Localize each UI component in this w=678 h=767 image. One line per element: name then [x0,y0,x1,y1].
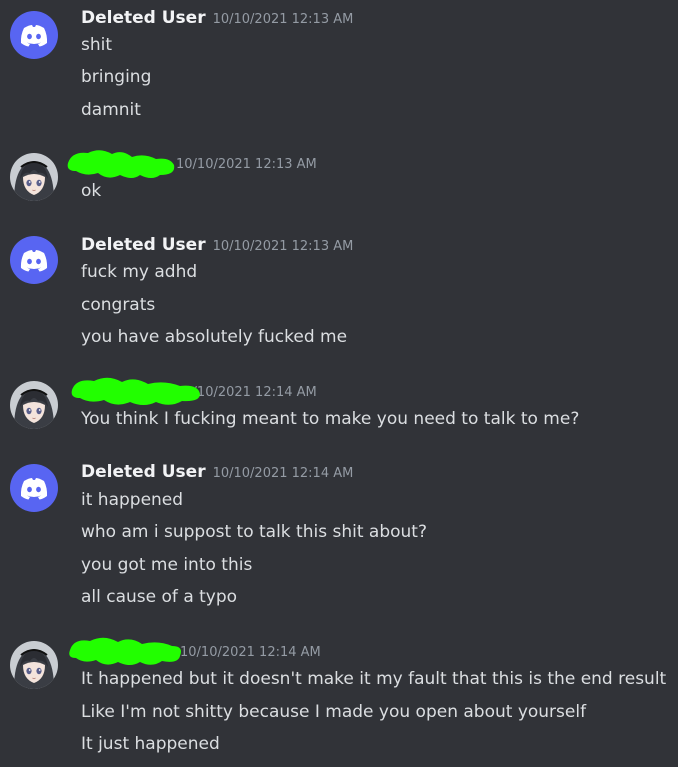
message-text: damnit [81,100,141,120]
redaction-scribble [67,150,175,178]
anime-girl-avatar-icon [10,153,58,201]
message-text: bringing [81,67,152,87]
username[interactable]: Deleted User [81,462,206,482]
avatar[interactable] [10,11,58,59]
avatar[interactable] [10,641,58,689]
avatar[interactable] [10,153,58,201]
message-text: congrats [81,295,156,315]
message-text: Like I'm not shitty because I made you o… [81,702,587,722]
timestamp: 10/10/2021 12:13 AM [212,239,354,254]
discord-logo-icon [20,478,48,500]
message-text: It just happened [81,734,220,754]
message-header: Deleted User 10/10/2021 12:14 AM [81,461,353,483]
timestamp: 10/10/2021 12:14 AM [212,466,354,481]
message-text: who am i suppost to talk this shit about… [81,522,427,542]
message-header: Deleted User 10/10/2021 12:13 AM [81,7,353,29]
username[interactable]: Deleted User [81,8,206,28]
anime-girl-avatar-icon [10,381,58,429]
message-text: fuck my adhd [81,262,198,282]
redaction-scribble [71,377,201,405]
timestamp: 10/10/2021 12:14 AM [180,645,321,660]
message-text: shit [81,35,113,55]
avatar[interactable] [10,464,58,512]
message-text: all cause of a typo [81,587,238,607]
timestamp: 10/10/2021 12:13 AM [176,157,317,172]
discord-logo-icon [20,250,48,272]
message-text: it happened [81,490,184,510]
discord-logo-icon [20,25,48,47]
timestamp: 10/10/2021 12:13 AM [212,12,354,27]
message-text: you got me into this [81,555,253,575]
avatar[interactable] [10,236,58,284]
message-header: Deleted User 10/10/2021 12:13 AM [81,234,353,256]
username[interactable]: Deleted User [81,235,206,255]
message-text: you have absolutely fucked me [81,327,348,347]
anime-girl-avatar-icon [10,641,58,689]
avatar[interactable] [10,381,58,429]
redaction-scribble [69,637,181,665]
chat-log: Deleted User 10/10/2021 12:13 AM shit bri… [0,0,678,767]
